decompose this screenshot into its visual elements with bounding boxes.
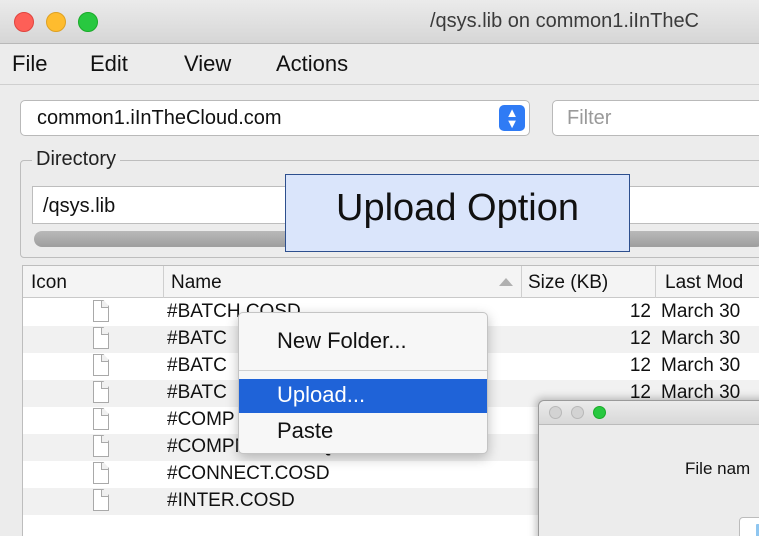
file-icon	[93, 354, 109, 376]
sort-ascending-icon	[499, 278, 513, 286]
file-name: #COMP	[167, 409, 235, 430]
file-icon	[93, 435, 109, 457]
file-name: #BATC	[167, 328, 227, 349]
file-size: 12	[629, 355, 651, 376]
minimize-window-button[interactable]	[46, 12, 66, 32]
file-name: #CONNECT.COSD	[167, 463, 330, 484]
column-divider[interactable]	[163, 266, 164, 298]
host-select[interactable]: common1.iInTheCloud.com ▲ ▼	[20, 100, 530, 136]
dialog-minimize-button[interactable]	[571, 406, 584, 419]
file-icon	[93, 408, 109, 430]
file-icon	[93, 489, 109, 511]
app-window: /qsys.lib on common1.iInTheC File Edit V…	[0, 0, 759, 536]
menu-edit[interactable]: Edit	[90, 51, 128, 77]
file-date: March 30	[661, 301, 741, 322]
host-select-value: common1.iInTheCloud.com	[37, 107, 282, 129]
column-header-icon[interactable]: Icon	[31, 272, 67, 294]
annotation-callout: Upload Option	[285, 174, 630, 252]
column-divider[interactable]	[655, 266, 656, 298]
file-icon	[93, 327, 109, 349]
directory-legend: Directory	[32, 148, 121, 171]
title-bar: /qsys.lib on common1.iInTheC	[0, 0, 759, 44]
zoom-window-button[interactable]	[78, 12, 98, 32]
dialog-title-bar	[539, 401, 759, 425]
dialog-zoom-button[interactable]	[593, 406, 606, 419]
column-header-last-modified[interactable]: Last Mod	[665, 272, 743, 294]
window-title: /qsys.lib on common1.iInTheC	[430, 10, 700, 32]
menu-actions[interactable]: Actions	[276, 51, 348, 77]
context-menu-new-folder[interactable]: New Folder...	[239, 325, 487, 359]
file-name-label: File nam	[685, 459, 751, 478]
filter-placeholder: Filter	[567, 107, 612, 129]
menu-bar: File Edit View Actions	[0, 45, 759, 85]
annotation-callout-text: Upload Option	[336, 187, 579, 229]
file-name: #INTER.COSD	[167, 490, 295, 511]
context-menu-paste[interactable]: Paste	[239, 415, 487, 449]
column-header-size[interactable]: Size (KB)	[528, 272, 608, 294]
file-date: March 30	[661, 355, 741, 376]
file-size: 12	[629, 328, 651, 349]
close-window-button[interactable]	[14, 12, 34, 32]
file-icon	[93, 462, 109, 484]
menu-file[interactable]: File	[12, 51, 47, 77]
column-divider[interactable]	[521, 266, 522, 298]
dialog-button[interactable]	[739, 517, 759, 536]
filter-input[interactable]: Filter	[552, 100, 759, 136]
file-name: #BATC	[167, 382, 227, 403]
directory-path-value: /qsys.lib	[43, 195, 116, 217]
file-size: 12	[629, 301, 651, 322]
file-name: #BATC	[167, 355, 227, 376]
file-date: March 30	[661, 328, 741, 349]
select-arrows-icon: ▲ ▼	[499, 105, 525, 131]
upload-dialog: File nam	[538, 400, 759, 536]
context-menu-upload[interactable]: Upload...	[239, 379, 487, 413]
dialog-close-button[interactable]	[549, 406, 562, 419]
context-menu-separator	[239, 370, 487, 371]
file-icon	[93, 300, 109, 322]
table-header: Icon Name Size (KB) Last Mod	[23, 266, 759, 298]
column-header-name[interactable]: Name	[171, 272, 222, 294]
menu-view[interactable]: View	[184, 51, 231, 77]
context-menu: New Folder... Upload... Paste	[238, 312, 488, 454]
file-icon	[93, 381, 109, 403]
